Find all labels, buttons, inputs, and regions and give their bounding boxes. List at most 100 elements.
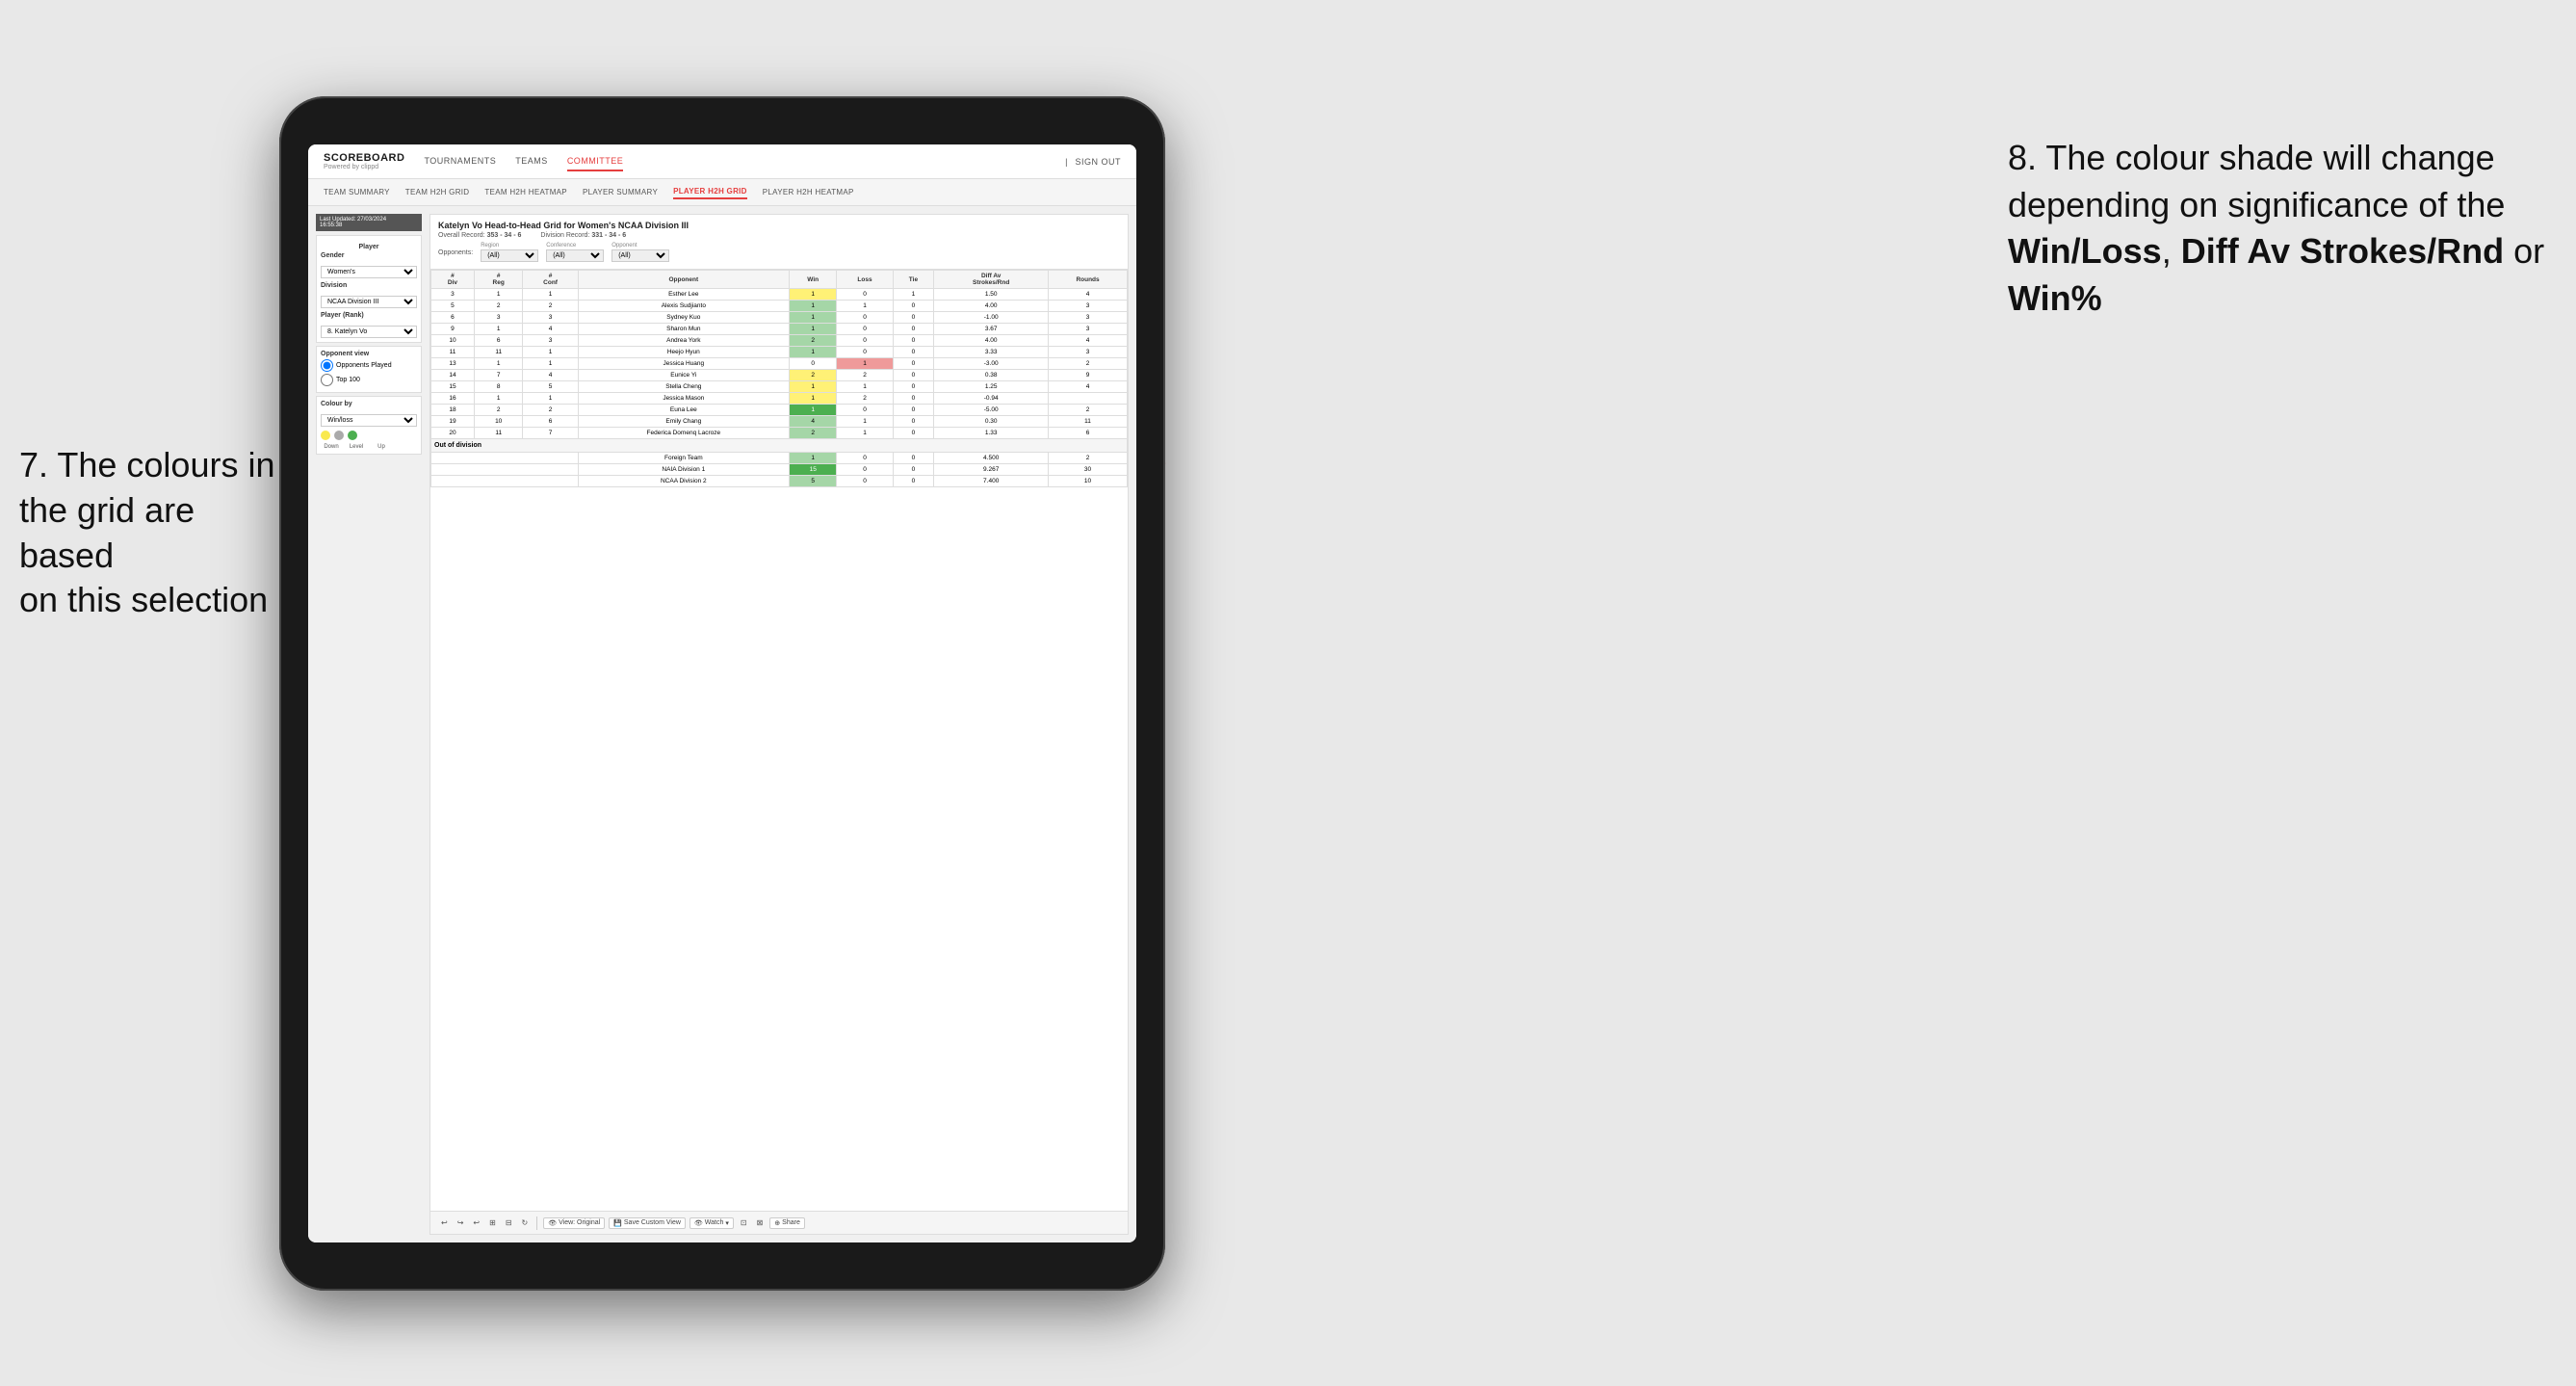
player-rank-label: Player (Rank) [321, 312, 417, 319]
top100-option[interactable]: Top 100 [321, 374, 417, 386]
nav-items: TOURNAMENTS TEAMS COMMITTEE [424, 152, 1065, 171]
undo-button[interactable]: ↩ [438, 1217, 451, 1228]
conference-select[interactable]: (All) [546, 249, 604, 262]
player-rank-select[interactable]: 8. Katelyn Vo [321, 326, 417, 338]
table-row: 18 2 2 Euna Lee 1 0 0 -5.00 2 [431, 405, 1128, 416]
eye-icon: 👁 [548, 1219, 557, 1227]
colour-section: Colour by Win/loss Down Level Up [316, 396, 422, 455]
subnav-team-h2h-heatmap[interactable]: TEAM H2H HEATMAP [484, 186, 567, 198]
table-row: 15 8 5 Stella Cheng 1 1 0 1.25 4 [431, 381, 1128, 393]
col-rounds: Rounds [1049, 271, 1128, 289]
region-filter: Region (All) [481, 243, 538, 262]
col-reg: #Reg [474, 271, 523, 289]
nav-right: | Sign out [1065, 153, 1121, 170]
col-tie: Tie [893, 271, 934, 289]
subnav-team-summary[interactable]: TEAM SUMMARY [324, 186, 390, 198]
division-select[interactable]: NCAA Division III [321, 296, 417, 308]
table-row: 3 1 1 Esther Lee 1 0 1 1.50 4 [431, 289, 1128, 301]
legend-down-dot [321, 431, 330, 440]
top-nav: SCOREBOARD Powered by clippd TOURNAMENTS… [308, 144, 1136, 179]
table-row: 14 7 4 Eunice Yi 2 2 0 0.38 9 [431, 370, 1128, 381]
subnav-player-h2h-grid[interactable]: PLAYER H2H GRID [673, 185, 747, 199]
table-row: NAIA Division 1 15 0 0 9.267 30 [431, 464, 1128, 476]
col-win: Win [789, 271, 836, 289]
paste-button[interactable]: ⊟ [503, 1217, 515, 1228]
player-section: Player Gender Women's Division NCAA Divi… [316, 235, 422, 343]
table-header-row: #Div #Reg #Conf Opponent Win Loss Tie Di… [431, 271, 1128, 289]
division-record: Division Record: 331 - 34 - 6 [540, 232, 626, 239]
table-row: NCAA Division 2 5 0 0 7.400 10 [431, 476, 1128, 487]
redo-button[interactable]: ↪ [455, 1217, 467, 1228]
grid-title: Katelyn Vo Head-to-Head Grid for Women's… [438, 221, 1120, 230]
table-row: 6 3 3 Sydney Kuo 1 0 0 -1.00 3 [431, 312, 1128, 324]
nav-committee[interactable]: COMMITTEE [567, 152, 624, 171]
top100-radio[interactable] [321, 374, 333, 386]
view-original-button[interactable]: 👁 View: Original [543, 1217, 605, 1229]
table-row: 9 1 4 Sharon Mun 1 0 0 3.67 3 [431, 324, 1128, 335]
table-row: 20 11 7 Federica Domenq Lacroze 2 1 0 1.… [431, 428, 1128, 439]
watch-chevron: ▾ [725, 1219, 729, 1227]
legend-level-dot [334, 431, 344, 440]
out-of-division-header: Out of division [431, 439, 1128, 453]
col-conf: #Conf [523, 271, 578, 289]
gender-select[interactable]: Women's [321, 266, 417, 278]
left-panel: Last Updated: 27/03/2024 16:55:38 Player… [316, 214, 422, 1235]
legend-up-dot [348, 431, 357, 440]
subnav-player-h2h-heatmap[interactable]: PLAYER H2H HEATMAP [763, 186, 854, 198]
legend-labels-row: Down Level Up [321, 444, 417, 450]
table-row: 13 1 1 Jessica Huang 0 1 0 -3.00 2 [431, 358, 1128, 370]
logo-text: SCOREBOARD [324, 152, 404, 164]
save-custom-view-button[interactable]: 💾 Save Custom View [609, 1217, 686, 1229]
nav-separator: | [1065, 157, 1067, 167]
logo-sub: Powered by clippd [324, 164, 404, 170]
table-row: 11 11 1 Heejo Hyun 1 0 0 3.33 3 [431, 347, 1128, 358]
sign-out-button[interactable]: Sign out [1075, 153, 1121, 170]
copy-button[interactable]: ⊞ [486, 1217, 499, 1228]
nav-tournaments[interactable]: TOURNAMENTS [424, 152, 496, 171]
refresh-button[interactable]: ↻ [519, 1217, 532, 1228]
toolbar-btn5[interactable]: ⊡ [738, 1217, 750, 1228]
nav-teams[interactable]: TEAMS [515, 152, 548, 171]
opponent-filter: Opponent (All) [611, 243, 669, 262]
legend-row [321, 431, 417, 440]
main-content: Last Updated: 27/03/2024 16:55:38 Player… [308, 206, 1136, 1242]
player-label: Player [321, 240, 417, 252]
colour-by-select[interactable]: Win/loss [321, 414, 417, 427]
redo2-button[interactable]: ↩ [470, 1217, 482, 1228]
right-panel: Katelyn Vo Head-to-Head Grid for Women's… [429, 214, 1129, 1235]
opponents-played-option[interactable]: Opponents Played [321, 359, 417, 372]
save-icon: 💾 [613, 1219, 622, 1227]
col-div: #Div [431, 271, 475, 289]
toolbar-btn6[interactable]: ⊠ [754, 1217, 767, 1228]
watch-icon: 👁 [694, 1219, 703, 1227]
table-row: 19 10 6 Emily Chang 4 1 0 0.30 11 [431, 416, 1128, 428]
gender-label: Gender [321, 252, 417, 259]
grid-table: #Div #Reg #Conf Opponent Win Loss Tie Di… [430, 270, 1128, 487]
division-label: Division [321, 282, 417, 289]
divider1 [536, 1216, 537, 1230]
col-loss: Loss [837, 271, 893, 289]
opponent-select[interactable]: (All) [611, 249, 669, 262]
region-select[interactable]: (All) [481, 249, 538, 262]
table-row: 5 2 2 Alexis Sudjianto 1 1 0 4.00 3 [431, 301, 1128, 312]
watch-button[interactable]: 👁 Watch ▾ [690, 1217, 734, 1229]
opponent-view-label: Opponent view [321, 351, 417, 357]
subnav-team-h2h-grid[interactable]: TEAM H2H GRID [405, 186, 470, 198]
logo-area: SCOREBOARD Powered by clippd [324, 152, 404, 170]
tablet-shell: SCOREBOARD Powered by clippd TOURNAMENTS… [279, 96, 1165, 1291]
annotation-right: 8. The colour shade will change dependin… [2008, 135, 2547, 322]
opponents-played-radio[interactable] [321, 359, 333, 372]
col-diff: Diff AvStrokes/Rnd [934, 271, 1049, 289]
grid-table-container: #Div #Reg #Conf Opponent Win Loss Tie Di… [430, 270, 1128, 1211]
bottom-toolbar: ↩ ↪ ↩ ⊞ ⊟ ↻ 👁 View: Original 💾 Save Cust… [430, 1211, 1128, 1234]
colour-by-label: Colour by [321, 401, 417, 407]
overall-record: Overall Record: 353 - 34 - 6 [438, 232, 521, 239]
table-row: 10 6 3 Andrea York 2 0 0 4.00 4 [431, 335, 1128, 347]
opponent-view-section: Opponent view Opponents Played Top 100 [316, 346, 422, 393]
tablet-screen: SCOREBOARD Powered by clippd TOURNAMENTS… [308, 144, 1136, 1242]
subnav-player-summary[interactable]: PLAYER SUMMARY [583, 186, 658, 198]
col-opponent: Opponent [578, 271, 789, 289]
share-button[interactable]: ⊕ Share [769, 1217, 805, 1229]
grid-header: Katelyn Vo Head-to-Head Grid for Women's… [430, 215, 1128, 270]
share-icon: ⊕ [774, 1219, 780, 1227]
